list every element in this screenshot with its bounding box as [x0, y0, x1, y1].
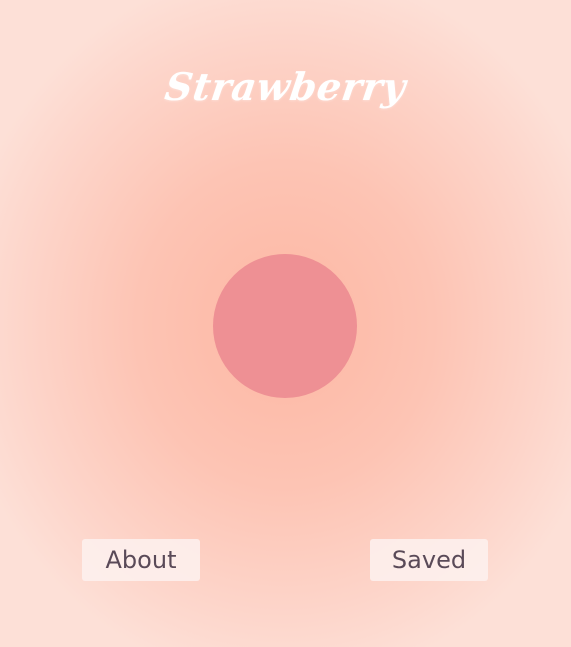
- fruit-color-circle: [213, 254, 357, 398]
- app-title: Strawberry: [162, 64, 409, 109]
- about-button[interactable]: About: [82, 539, 200, 581]
- saved-button[interactable]: Saved: [370, 539, 488, 581]
